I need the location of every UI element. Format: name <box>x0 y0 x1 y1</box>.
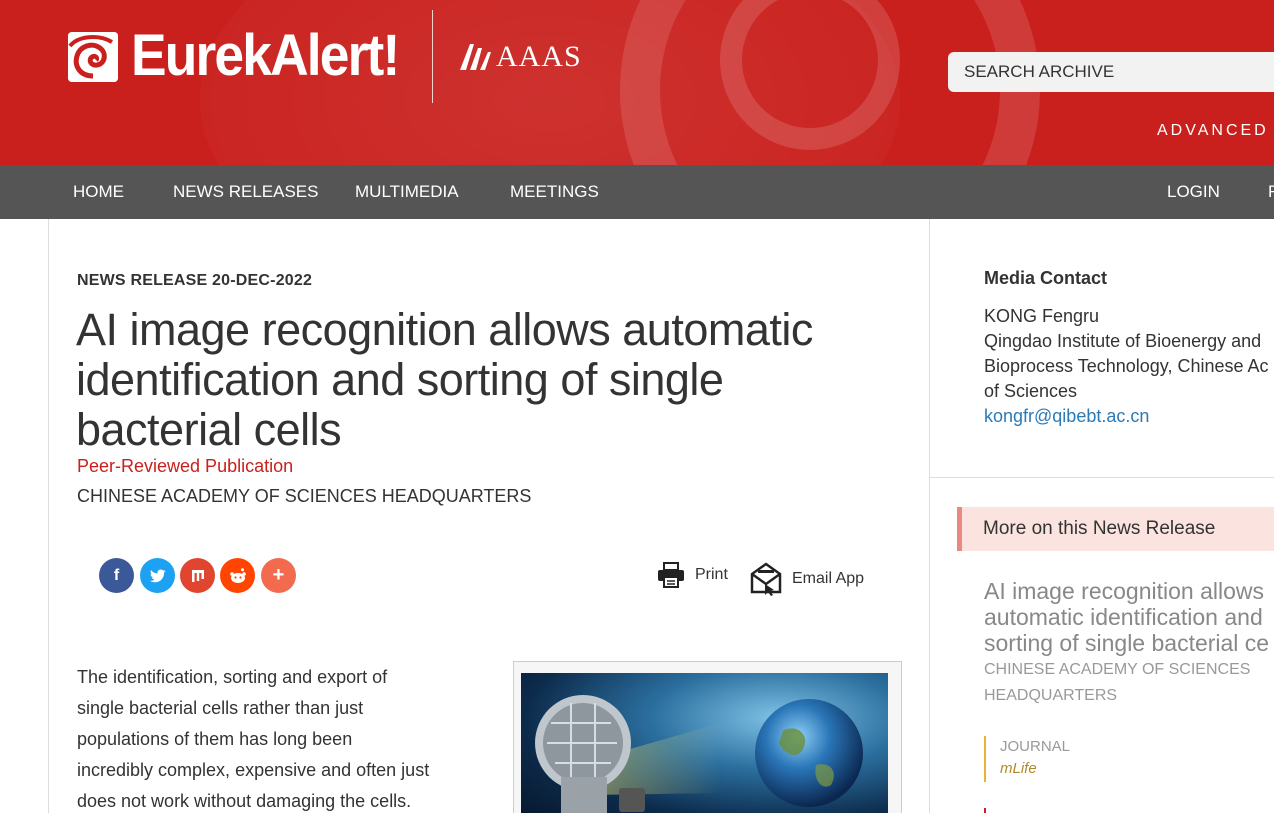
nav-login[interactable]: LOGIN <box>1167 165 1220 219</box>
contact-affiliation-line: Bioprocess Technology, Chinese Ac <box>984 356 1269 376</box>
facebook-glyph: f <box>113 566 120 584</box>
related-org-line: CHINESE ACADEMY OF SCIENCES <box>984 661 1251 678</box>
related-release-title[interactable]: AI image recognition allows automatic id… <box>984 578 1274 656</box>
contact-affiliation-line: Qingdao Institute of Bioenergy and <box>984 331 1262 351</box>
aaas-logo-icon <box>460 44 491 70</box>
peer-reviewed-link[interactable]: Peer-Reviewed Publication <box>77 456 293 477</box>
related-title-line: automatic identification and <box>984 604 1263 630</box>
reddit-alien-icon <box>229 567 246 583</box>
article-figure-image[interactable] <box>521 673 888 813</box>
journal-name[interactable]: mLife <box>1000 760 1037 777</box>
body-line: does not work without damaging the cells… <box>77 791 412 811</box>
release-date-kicker: NEWS RELEASE 20-DEC-2022 <box>77 272 313 289</box>
body-line: The identification, sorting and export o… <box>77 667 388 687</box>
journal-label: JOURNAL <box>1000 738 1071 755</box>
nav-multimedia[interactable]: MULTIMEDIA <box>355 165 459 219</box>
related-release-organization: CHINESE ACADEMY OF SCIENCES HEADQUARTERS <box>984 657 1250 709</box>
email-app-button[interactable]: Email App <box>750 562 864 596</box>
sidebar-divider <box>930 477 1274 478</box>
contact-email-link[interactable]: kongfr@qibebt.ac.cn <box>984 406 1149 427</box>
nav-meetings[interactable]: MEETINGS <box>510 165 599 219</box>
related-org-line: HEADQUARTERS <box>984 687 1118 704</box>
contact-name: KONG Fengru <box>984 306 1100 326</box>
reddit-share-icon[interactable] <box>220 558 255 593</box>
main-nav: HOME NEWS RELEASES MULTIMEDIA MEETINGS L… <box>0 165 1274 219</box>
nav-home[interactable]: HOME <box>73 165 124 219</box>
eurekalert-logo-text[interactable]: EurekAlert! <box>131 22 400 90</box>
advanced-search-link[interactable]: ADVANCED S <box>1157 122 1274 140</box>
mix-share-icon[interactable] <box>180 558 215 593</box>
more-share-icon[interactable]: + <box>261 558 296 593</box>
robot-earth-illustration <box>535 695 863 813</box>
print-label: Print <box>695 566 728 583</box>
logo-divider <box>432 10 433 103</box>
body-line: populations of them has long been <box>77 729 353 749</box>
plus-glyph: + <box>272 564 285 586</box>
article-body: The identification, sorting and export o… <box>77 662 487 813</box>
printer-icon <box>658 562 684 588</box>
aaas-logo[interactable]: AAAS <box>458 40 582 74</box>
journal-accent-bar <box>984 736 986 782</box>
next-section-accent <box>984 808 986 813</box>
eurekalert-logo-icon[interactable] <box>68 32 118 82</box>
body-line: incredibly complex, expensive and often … <box>77 760 430 780</box>
related-title-line: sorting of single bacterial ce <box>984 630 1270 656</box>
twitter-bird-icon <box>149 569 165 582</box>
contact-affiliation-line: of Sciences <box>984 381 1078 401</box>
facebook-share-icon[interactable]: f <box>99 558 134 593</box>
nav-news-releases[interactable]: NEWS RELEASES <box>173 165 319 219</box>
site-header: EurekAlert! AAAS ADVANCED S <box>0 0 1274 165</box>
media-contact-heading: Media Contact <box>984 268 1108 288</box>
twitter-share-icon[interactable] <box>140 558 175 593</box>
email-envelope-icon <box>750 562 782 596</box>
nav-overflow-item[interactable]: R <box>1268 165 1274 219</box>
more-on-release-heading: More on this News Release <box>983 518 1216 539</box>
print-button[interactable]: Print <box>657 562 728 588</box>
aaas-logo-text: AAAS <box>496 40 582 73</box>
related-title-line: AI image recognition allows <box>984 578 1264 604</box>
email-app-label: Email App <box>792 570 865 587</box>
mix-glyph-icon <box>191 569 204 582</box>
article-title: AI image recognition allows automatic id… <box>76 304 813 455</box>
source-organization: CHINESE ACADEMY OF SCIENCES HEADQUARTERS <box>77 486 532 506</box>
search-archive-input[interactable] <box>948 52 1274 92</box>
body-line: single bacterial cells rather than just <box>77 698 364 718</box>
